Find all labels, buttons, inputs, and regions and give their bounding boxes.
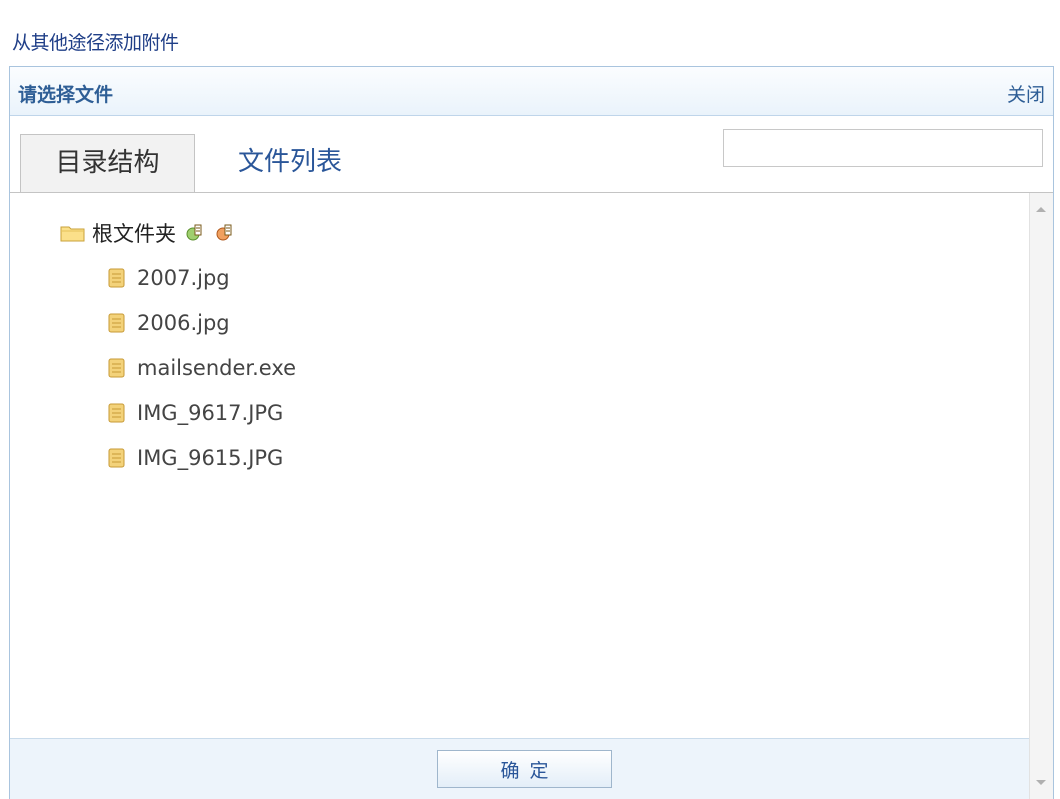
file-icon	[108, 448, 125, 468]
file-name: IMG_9615.JPG	[137, 446, 284, 470]
file-name: 2006.jpg	[137, 311, 230, 335]
file-icon	[108, 403, 125, 423]
file-icon	[108, 313, 125, 333]
file-item[interactable]: 2007.jpg	[108, 263, 230, 293]
directory-tree: 根文件夹 2007.jpg 2006.jpg mailsender.exe IM…	[10, 193, 1029, 739]
scroll-up-icon[interactable]	[1036, 207, 1046, 212]
file-icon	[108, 268, 125, 288]
add-attachment-other-link[interactable]: 从其他途径添加附件	[12, 28, 179, 55]
root-folder-label: 根文件夹	[92, 222, 176, 246]
vertical-scrollbar[interactable]	[1029, 193, 1053, 799]
file-item[interactable]: mailsender.exe	[108, 353, 296, 383]
dialog-titlebar: 请选择文件 关闭	[10, 67, 1053, 116]
add-folder-icon[interactable]	[184, 222, 206, 244]
dialog-footer: 确定	[10, 738, 1029, 799]
tree-root-folder[interactable]: 根文件夹	[60, 217, 236, 249]
file-item[interactable]: IMG_9615.JPG	[108, 443, 283, 473]
file-name: IMG_9617.JPG	[137, 401, 284, 425]
scroll-down-icon[interactable]	[1036, 780, 1046, 785]
tab-bar: 目录结构 文件列表	[10, 115, 1053, 193]
close-button[interactable]: 关闭	[1007, 80, 1045, 107]
file-icon	[108, 358, 125, 378]
file-name: mailsender.exe	[137, 356, 297, 380]
delete-folder-icon[interactable]	[214, 222, 236, 244]
tab-file-list[interactable]: 文件列表	[210, 134, 370, 191]
search-input[interactable]	[723, 129, 1043, 167]
dialog-title: 请选择文件	[18, 84, 114, 106]
tab-directory-structure[interactable]: 目录结构	[20, 134, 195, 192]
ok-button[interactable]: 确定	[437, 750, 612, 788]
folder-icon	[60, 224, 86, 242]
file-select-dialog: 请选择文件 关闭 目录结构 文件列表 根文件夹 2007.jpg 2006.jp…	[9, 66, 1054, 799]
file-item[interactable]: 2006.jpg	[108, 308, 230, 338]
file-name: 2007.jpg	[137, 266, 230, 290]
file-item[interactable]: IMG_9617.JPG	[108, 398, 283, 428]
